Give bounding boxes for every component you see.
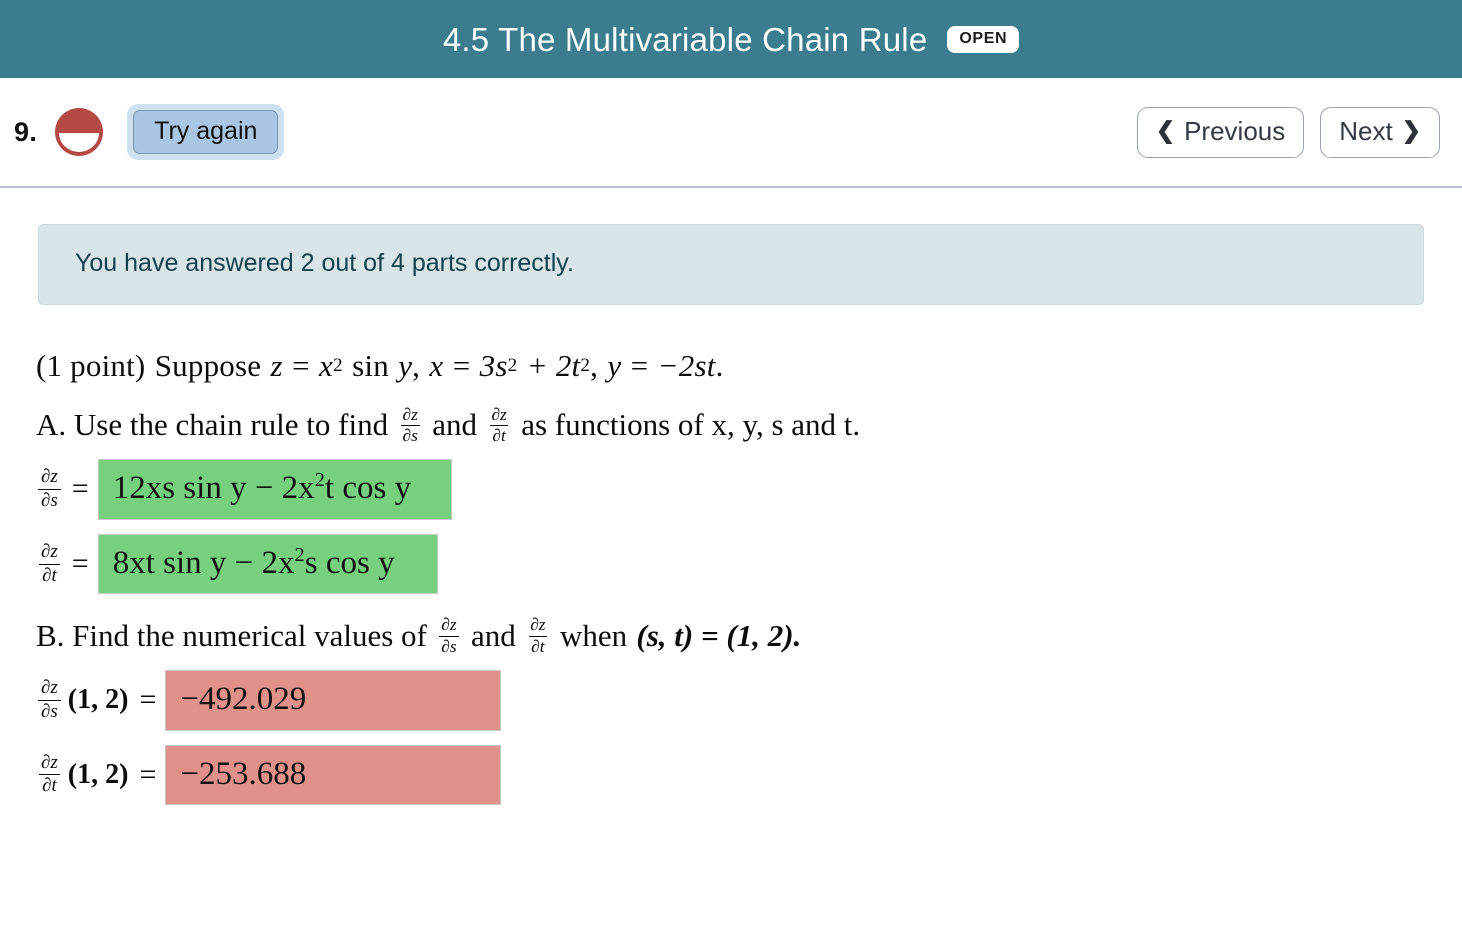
part-a-suffix: as functions of x, y, s and t. (521, 407, 861, 443)
derivative-dz-ds-icon: ∂z ∂s (38, 467, 61, 511)
part-b-when: when (559, 618, 628, 654)
next-button-label: Next (1339, 115, 1393, 146)
toolbar-left-group: 9. Try again (14, 103, 285, 161)
equals-sign: = (139, 683, 157, 717)
page-header: 4.5 The Multivariable Chain Rule OPEN (0, 0, 1462, 78)
part-a-prompt: A. Use the chain rule to find ∂z ∂s and … (36, 404, 1462, 445)
part-b-answer-2-label: ∂z ∂t (1, 2) = (38, 751, 165, 797)
part-a-answer-2-value-pre: 8xt sin y − 2x (112, 544, 295, 581)
part-a-answer-row-2: ∂z ∂t = 8xt sin y − 2x2s cos y (38, 533, 1462, 595)
part-b-derivative-dt: ∂z ∂t (529, 615, 547, 656)
part-a-answer-1-exponent: 2 (314, 468, 325, 491)
previous-button-label: Previous (1184, 115, 1286, 146)
part-a-answer-field-2[interactable]: 8xt sin y − 2x2s cos y (97, 533, 438, 595)
derivative-dz-dt-icon: ∂z ∂t (39, 751, 60, 797)
feedback-alert-message: You have answered 2 out of 4 parts corre… (75, 249, 574, 277)
derivative-dz-ds-icon: ∂z ∂s (38, 677, 61, 722)
problem-statement: (1 point) Suppose z = x2 sin y, x = 3s 2 … (36, 347, 724, 383)
part-b-answer-field-1[interactable]: −492.029 (165, 669, 502, 731)
part-b-and: and (471, 618, 516, 654)
part-b-answer-row-2: ∂z ∂t (1, 2) = −253.688 (38, 744, 1462, 806)
equals-sign: = (71, 547, 89, 580)
problem-number: 9. (14, 116, 38, 147)
try-again-focus-ring: Try again (127, 103, 285, 161)
part-a-derivative-dt: ∂z ∂t (490, 404, 508, 445)
toolbar-right-group: ❮ Previous Next ❯ (1136, 106, 1440, 158)
part-b-point: (s, t) = (1, 2). (636, 618, 802, 654)
x-rhs-term1: 3s (479, 347, 508, 383)
statement-period: . (715, 347, 724, 383)
part-b-answer-2-args: (1, 2) (67, 758, 129, 790)
next-button[interactable]: Next ❯ (1320, 106, 1440, 158)
previous-button[interactable]: ❮ Previous (1136, 106, 1305, 158)
part-a-answer-1-label: ∂z ∂s = (38, 467, 98, 511)
part-a-answer-1-value-post: t cos y (324, 469, 412, 506)
part-a-and: and (432, 407, 478, 443)
equals-sign: = (71, 472, 89, 506)
part-a-answer-row-1: ∂z ∂s = 12xs sin y − 2x2t cos y (38, 458, 1462, 520)
suppose-word: Suppose (154, 347, 262, 383)
derivative-dz-dt-icon: ∂z ∂t (39, 540, 60, 586)
part-a-answer-field-1[interactable]: 12xs sin y − 2x2t cos y (97, 458, 452, 520)
equals-sign: = (139, 757, 157, 791)
part-b-prompt: B. Find the numerical values of ∂z ∂s an… (36, 616, 1462, 655)
part-a-prefix: A. Use the chain rule to find (36, 407, 389, 443)
part-a-answer-1-value-pre: 12xs sin y − 2x (112, 469, 315, 506)
part-b-answer-1-args: (1, 2) (67, 684, 129, 716)
z-rhs-trig: sin (352, 347, 389, 383)
part-a-answer-2-label: ∂z ∂t = (38, 540, 98, 586)
points-label: (1 point) (36, 347, 146, 383)
x-rhs-term2: + 2t (526, 347, 581, 383)
part-a-answer-2-value-post: s cos y (304, 544, 395, 581)
try-again-button[interactable]: Try again (133, 109, 279, 155)
part-b-derivative-ds: ∂z ∂s (439, 615, 459, 656)
status-badge-open: OPEN (947, 25, 1020, 53)
feedback-alert: You have answered 2 out of 4 parts corre… (38, 224, 1424, 305)
page-title: 4.5 The Multivariable Chain Rule (442, 20, 928, 58)
problem-content: You have answered 2 out of 4 parts corre… (0, 224, 1462, 806)
part-b-answer-field-2[interactable]: −253.688 (165, 744, 502, 806)
z-variable: z (270, 347, 283, 383)
part-a-answer-2-exponent: 2 (294, 543, 305, 566)
chevron-right-icon: ❯ (1401, 117, 1421, 143)
problem-toolbar: 9. Try again ❮ Previous Next ❯ (0, 78, 1462, 188)
part-b-prefix: B. Find the numerical values of (36, 618, 427, 654)
y-variable: y (607, 347, 622, 383)
chevron-left-icon: ❮ (1155, 117, 1176, 143)
part-a-derivative-ds: ∂z ∂s (400, 404, 420, 445)
z-rhs-base: x (319, 347, 334, 383)
part-b-answer-row-1: ∂z ∂s (1, 2) = −492.029 (38, 669, 1462, 731)
y-rhs: −2st (657, 347, 716, 383)
part-b-answer-1-label: ∂z ∂s (1, 2) = (38, 677, 165, 722)
z-rhs-arg: y (398, 347, 413, 383)
x-variable: x (429, 347, 444, 383)
half-filled-circle-icon (55, 108, 104, 156)
